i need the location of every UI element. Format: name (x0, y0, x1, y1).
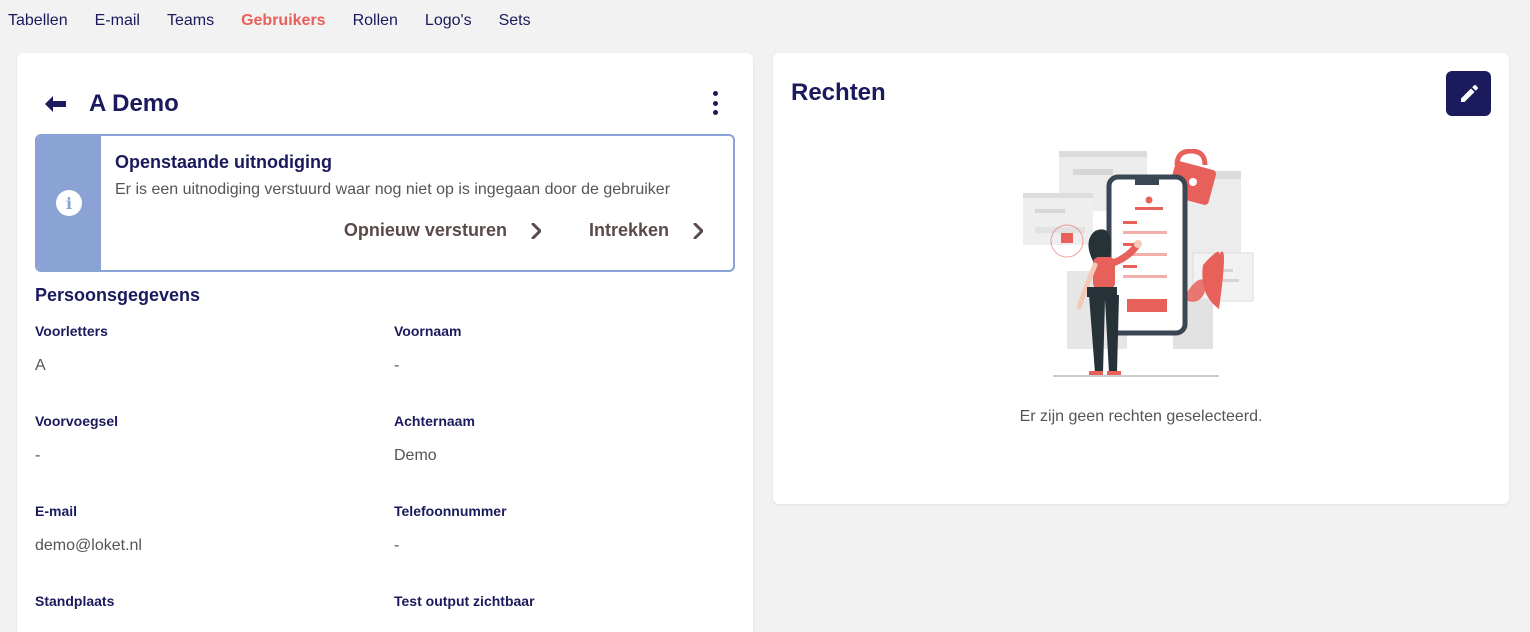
field-value: - (35, 447, 41, 464)
user-detail-card: A Demo i Openstaande uitnodiging Er is e… (17, 53, 753, 632)
field-label: Telefoonnummer (394, 503, 507, 519)
nav-item-teams[interactable]: Teams (167, 12, 214, 30)
invite-text: Er is een uitnodiging verstuurd waar nog… (115, 181, 671, 198)
invite-actions: Opnieuw versturen Intrekken (344, 220, 703, 241)
revoke-invite-label: Intrekken (588, 220, 669, 240)
field-last-name: Achternaam Demo (394, 413, 724, 465)
pencil-icon (1460, 84, 1478, 102)
field-value: Demo (394, 447, 437, 464)
invite-title: Openstaande uitnodiging (115, 152, 332, 172)
field-value: A (35, 357, 46, 374)
field-label: Test output zichtbaar (394, 593, 535, 609)
field-initials: Voorletters A (35, 323, 365, 375)
edit-rights-button[interactable] (1446, 71, 1491, 116)
nav-item-rollen[interactable]: Rollen (353, 12, 398, 30)
arrow-left-icon[interactable] (45, 96, 67, 112)
field-value: - (394, 537, 400, 554)
field-label: Achternaam (394, 413, 475, 429)
field-label: Voornaam (394, 323, 462, 339)
more-options-icon[interactable] (711, 91, 719, 115)
field-value: demo@loket.nl (35, 537, 142, 554)
field-email: E-mail demo@loket.nl (35, 503, 365, 555)
user-name-title: A Demo (89, 90, 179, 117)
invite-body: Openstaande uitnodiging Er is een uitnod… (101, 136, 733, 270)
nav-item-gebruikers[interactable]: Gebruikers (241, 12, 325, 30)
field-test-output-visible: Test output zichtbaar (394, 593, 724, 609)
personal-details-title: Persoonsgegevens (35, 285, 201, 305)
field-label: E-mail (35, 503, 78, 519)
field-value: - (394, 357, 400, 374)
resend-invite-button[interactable]: Opnieuw versturen (344, 220, 541, 241)
user-header: A Demo (45, 89, 179, 119)
nav-item-logos[interactable]: Logo's (425, 12, 472, 30)
field-location: Standplaats (35, 593, 365, 609)
field-label: Voorvoegsel (35, 413, 118, 429)
chevron-right-icon (693, 222, 703, 239)
nav-item-tabellen[interactable]: Tabellen (8, 12, 68, 30)
empty-rights-text: Er zijn geen rechten geselecteerd. (1019, 408, 1263, 425)
top-navigation: Tabellen E-mail Teams Gebruikers Rollen … (0, 0, 1530, 42)
revoke-invite-button[interactable]: Intrekken (589, 220, 703, 241)
nav-item-sets[interactable]: Sets (499, 12, 531, 30)
info-icon: i (56, 190, 82, 216)
pending-invite-alert: i Openstaande uitnodiging Er is een uitn… (35, 134, 735, 272)
nav-item-email[interactable]: E-mail (95, 12, 140, 30)
empty-state-illustration (1023, 149, 1254, 377)
rights-card: Rechten Er zijn geen rechten geselecteer… (773, 53, 1509, 504)
field-label: Standplaats (35, 593, 115, 609)
rights-title: Rechten (791, 79, 886, 106)
chevron-right-icon (531, 222, 541, 239)
field-label: Voorletters (35, 323, 108, 339)
invite-accent-strip: i (37, 136, 101, 270)
field-prefix: Voorvoegsel - (35, 413, 365, 465)
field-phone: Telefoonnummer - (394, 503, 724, 555)
field-first-name: Voornaam - (394, 323, 724, 375)
resend-invite-label: Opnieuw versturen (343, 220, 507, 240)
